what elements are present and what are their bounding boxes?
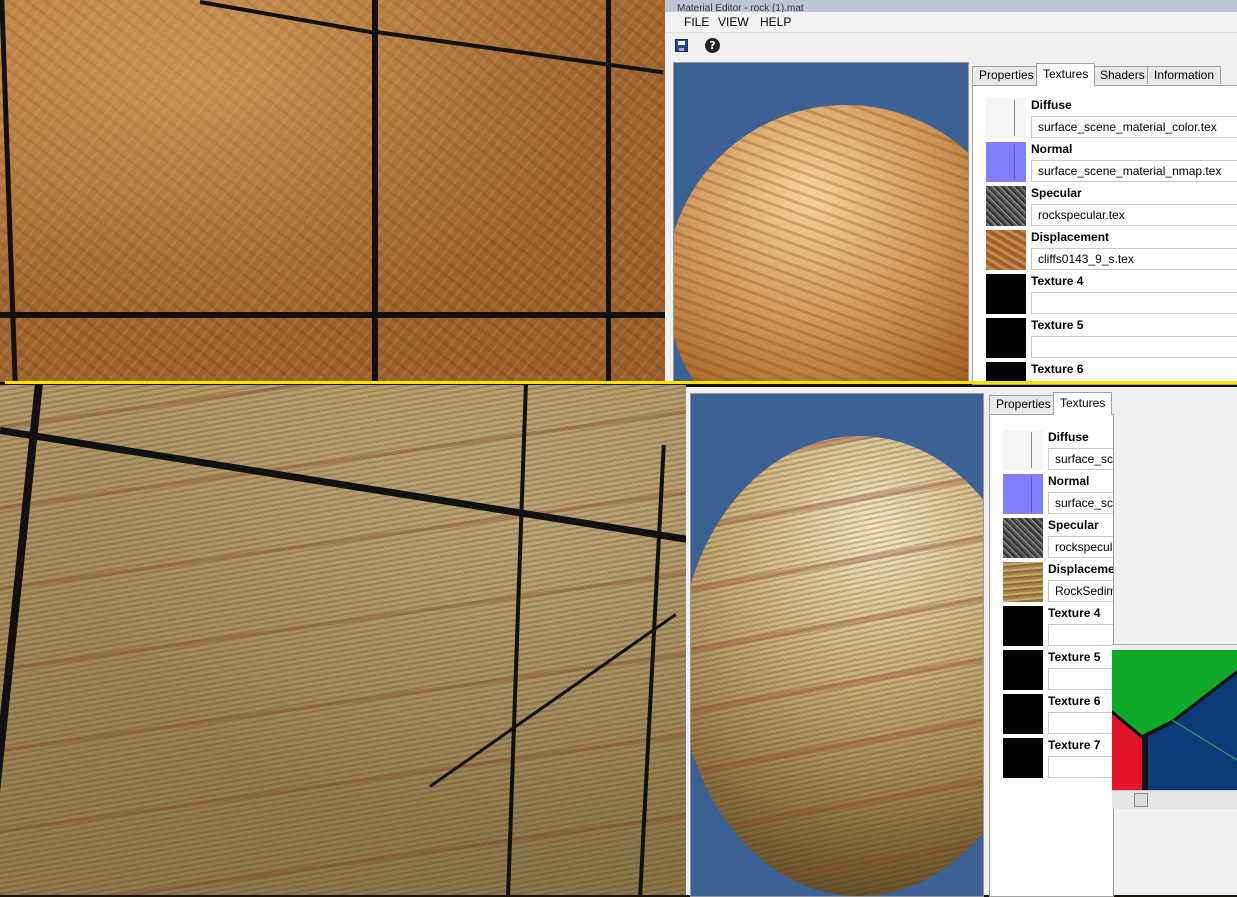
slot-label-displacement: Displaceme — [1048, 562, 1114, 576]
save-icon[interactable] — [675, 39, 688, 52]
menu-view[interactable]: VIEW — [718, 15, 749, 29]
tab-bar: Properties Textures Shaders Information — [972, 63, 1237, 86]
tab-properties[interactable]: Properties — [989, 395, 1058, 413]
comparison-separator — [5, 381, 1237, 384]
specular-thumbnail[interactable] — [986, 186, 1026, 226]
green-plane — [1112, 650, 1237, 735]
slot-label-texture7: Texture 7 — [1048, 738, 1101, 752]
viewport-bottom[interactable] — [0, 385, 686, 895]
displacement-thumbnail[interactable] — [1003, 562, 1043, 602]
material-preview[interactable] — [673, 62, 969, 384]
tab-information[interactable]: Information — [1147, 66, 1222, 84]
grid-line — [0, 312, 665, 318]
tab-properties[interactable]: Properties — [972, 66, 1041, 84]
editor-body-top: Properties Textures Shaders Information … — [665, 60, 1237, 385]
slot-label-texture6: Texture 6 — [1031, 362, 1084, 376]
tab-bar-bottom: Properties Textures — [989, 392, 1113, 415]
tab-shaders[interactable]: Shaders — [1093, 66, 1152, 84]
slot-label-texture5: Texture 5 — [1048, 650, 1101, 664]
menu-help[interactable]: HELP — [760, 15, 791, 29]
displacement-file-field[interactable]: RockSedim — [1048, 580, 1113, 602]
slot-label-displacement: Displacement — [1031, 230, 1110, 244]
mini-scene-view — [1112, 644, 1237, 809]
texture7-thumbnail[interactable] — [1003, 738, 1043, 778]
axis-line — [1171, 719, 1237, 761]
slot-label-normal: Normal — [1048, 474, 1090, 488]
horizontal-scrollbar[interactable] — [1112, 790, 1237, 809]
diffuse-file-field[interactable]: surface_sce — [1048, 448, 1113, 470]
textures-panel-bottom: Diffuse surface_sce Normal surface_sce S… — [989, 414, 1114, 897]
scene-viewport[interactable] — [1112, 650, 1237, 790]
texture5-thumbnail[interactable] — [1003, 650, 1043, 690]
preview-sphere — [674, 105, 968, 383]
texture4-file-field[interactable] — [1048, 624, 1113, 646]
diffuse-file-field[interactable]: surface_scene_material_color.tex — [1031, 116, 1237, 138]
displacement-file-field[interactable]: cliffs0143_9_s.tex — [1031, 248, 1237, 270]
specular-thumbnail[interactable] — [1003, 518, 1043, 558]
texture4-thumbnail[interactable] — [1003, 606, 1043, 646]
grid-line — [0, 427, 686, 544]
grid-line — [375, 30, 664, 75]
grid-line — [429, 613, 677, 788]
scrollbar-thumb[interactable] — [1134, 793, 1148, 807]
slot-label-diffuse: Diffuse — [1031, 98, 1072, 112]
viewport-top[interactable] — [0, 0, 665, 382]
diffuse-thumbnail[interactable] — [986, 98, 1026, 138]
diffuse-thumbnail[interactable] — [1003, 430, 1043, 470]
texture7-file-field[interactable] — [1048, 756, 1113, 778]
slot-label-specular: Specular — [1031, 186, 1082, 200]
editor-body-bottom: Properties Textures Diffuse surface_sce … — [686, 387, 1237, 897]
normal-file-field[interactable]: surface_scene_material_nmap.tex — [1031, 160, 1237, 182]
texture6-file-field[interactable] — [1048, 712, 1113, 734]
texture6-thumbnail[interactable] — [1003, 694, 1043, 734]
tab-textures[interactable]: Textures — [1053, 392, 1113, 415]
grid-line — [0, 0, 18, 382]
grid-line — [506, 385, 528, 895]
slot-label-normal: Normal — [1031, 142, 1073, 156]
texture4-file-field[interactable] — [1031, 292, 1237, 314]
toolbar: ? — [665, 33, 1237, 60]
specular-file-field[interactable]: rockspecular.tex — [1031, 204, 1237, 226]
grid-line — [638, 445, 666, 895]
texture4-thumbnail[interactable] — [986, 274, 1026, 314]
material-preview-bottom[interactable] — [690, 393, 984, 897]
help-icon[interactable]: ? — [705, 38, 720, 53]
slot-label-diffuse: Diffuse — [1048, 430, 1089, 444]
scene-geometry — [1112, 650, 1237, 790]
textures-panel: Diffuse surface_scene_material_color.tex… — [972, 85, 1237, 385]
preview-sphere — [691, 436, 983, 896]
menubar: FILE VIEW HELP — [665, 12, 1237, 33]
grid-line — [0, 385, 43, 895]
grid-line — [372, 0, 378, 382]
displacement-thumbnail[interactable] — [986, 230, 1026, 270]
slot-label-texture4: Texture 4 — [1048, 606, 1101, 620]
grid-line — [606, 0, 611, 382]
cube-edge — [1142, 736, 1148, 790]
slot-label-texture6: Texture 6 — [1048, 694, 1101, 708]
texture5-thumbnail[interactable] — [986, 318, 1026, 358]
normal-file-field[interactable]: surface_sce — [1048, 492, 1113, 514]
texture5-file-field[interactable] — [1048, 668, 1113, 690]
slot-label-specular: Specular — [1048, 518, 1099, 532]
slot-label-texture5: Texture 5 — [1031, 318, 1084, 332]
slot-label-texture4: Texture 4 — [1031, 274, 1084, 288]
normal-thumbnail[interactable] — [986, 142, 1026, 182]
menu-file[interactable]: FILE — [684, 15, 709, 29]
texture5-file-field[interactable] — [1031, 336, 1237, 358]
specular-file-field[interactable]: rockspecul — [1048, 536, 1113, 558]
normal-thumbnail[interactable] — [1003, 474, 1043, 514]
tab-textures[interactable]: Textures — [1036, 63, 1096, 86]
grid-line — [199, 0, 378, 36]
